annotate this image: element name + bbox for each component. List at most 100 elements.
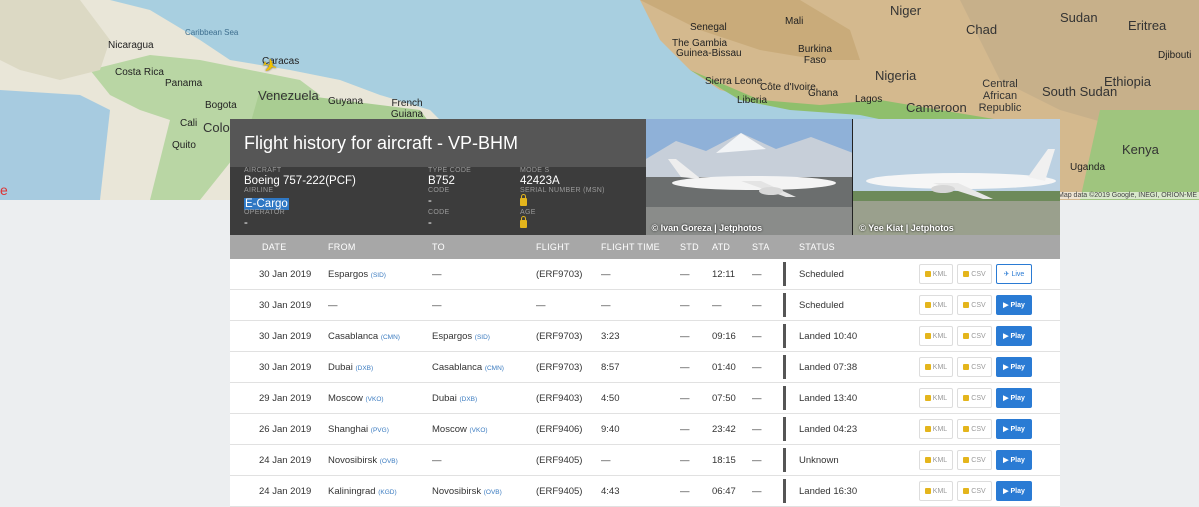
kml-button[interactable]: KML	[919, 388, 953, 408]
cell-sta: —	[752, 268, 762, 280]
kml-button[interactable]: KML	[919, 326, 953, 346]
table-row[interactable]: 30 Jan 2019 — — — — — — — Scheduled KML …	[230, 290, 1060, 321]
status-divider	[783, 262, 786, 286]
kml-button[interactable]: KML	[919, 357, 953, 377]
cell-flight[interactable]: (ERF9406)	[536, 424, 582, 435]
airport-code-link[interactable]: (DXB)	[355, 365, 373, 372]
cell-from: Kaliningrad (KGD)	[328, 485, 397, 497]
play-button[interactable]: ▶ Play	[996, 295, 1032, 315]
cell-sta: —	[752, 392, 762, 404]
map-label-caribbean-sea: Caribbean Sea	[185, 28, 239, 37]
play-button[interactable]: ▶ Play	[996, 450, 1032, 470]
col-sta: STA	[752, 242, 770, 252]
csv-button[interactable]: CSV	[957, 326, 992, 346]
cell-flight[interactable]: —	[536, 300, 546, 311]
play-button[interactable]: ▶ Play	[996, 419, 1032, 439]
cell-std: —	[680, 392, 690, 404]
lock-icon	[963, 333, 970, 339]
mode-s-field: MODE S 42423A	[520, 167, 560, 187]
code2-field: Code -	[428, 209, 450, 229]
lock-icon	[963, 426, 970, 432]
status-divider	[783, 417, 786, 441]
cell-to: Dubai (DXB)	[432, 392, 478, 404]
map-label-panama: Panama	[165, 78, 203, 89]
col-std: STD	[680, 242, 699, 252]
cell-flight[interactable]: (ERF9703)	[536, 331, 582, 342]
csv-button[interactable]: CSV	[957, 357, 992, 377]
cell-status: Scheduled	[799, 268, 844, 280]
map-label-venezuela: Venezuela	[258, 88, 319, 103]
kml-button[interactable]: KML	[919, 419, 953, 439]
map-label-uganda: Uganda	[1070, 162, 1106, 173]
photo-credit: © Ivan Goreza | Jetphotos	[651, 223, 763, 233]
airport-code-link[interactable]: (DXB)	[459, 396, 477, 403]
csv-button[interactable]: CSV	[957, 481, 992, 501]
csv-button[interactable]: CSV	[957, 264, 992, 284]
airport-code-link[interactable]: (VKO)	[469, 427, 487, 434]
col-atd: ATD	[712, 242, 731, 252]
cell-to: Casablanca (CMN)	[432, 361, 504, 373]
lock-icon	[520, 216, 527, 228]
csv-button[interactable]: CSV	[957, 450, 992, 470]
kml-button[interactable]: KML	[919, 450, 953, 470]
cell-atd: 23:42	[712, 423, 736, 435]
col-flight-time: FLIGHT TIME	[601, 242, 660, 252]
map-label-burkina-faso: Burkina Faso	[798, 44, 832, 66]
kml-button[interactable]: KML	[919, 481, 953, 501]
cell-flight[interactable]: (ERF9703)	[536, 269, 582, 280]
lock-icon	[963, 302, 970, 308]
cell-flight[interactable]: (ERF9403)	[536, 393, 582, 404]
airport-code-link[interactable]: (SID)	[475, 334, 490, 341]
col-date: DATE	[262, 242, 287, 252]
map-label-chad: Chad	[966, 22, 998, 37]
airport-code-link[interactable]: (CMN)	[381, 334, 400, 341]
airport-code-link[interactable]: (VKO)	[365, 396, 383, 403]
cell-date: 24 Jan 2019	[259, 485, 312, 497]
airport-code-link[interactable]: (KGD)	[378, 489, 396, 496]
airport-code-link[interactable]: (PVG)	[371, 427, 389, 434]
status-divider	[783, 448, 786, 472]
table-row[interactable]: 30 Jan 2019 Espargos (SID) — (ERF9703) —…	[230, 259, 1060, 290]
table-row[interactable]: 30 Jan 2019 Casablanca (CMN) Espargos (S…	[230, 321, 1060, 352]
airport-code-link[interactable]: (CMN)	[485, 365, 504, 372]
lock-icon	[924, 457, 931, 463]
cell-date: 30 Jan 2019	[259, 330, 312, 342]
table-row[interactable]: 24 Jan 2019 Novosibirsk (OVB) — (ERF9405…	[230, 445, 1060, 476]
cell-flight[interactable]: (ERF9405)	[536, 455, 582, 466]
cell-date: 26 Jan 2019	[259, 423, 312, 435]
play-button[interactable]: ▶ Play	[996, 326, 1032, 346]
table-row[interactable]: 24 Jan 2019 Kaliningrad (KGD) Novosibirs…	[230, 476, 1060, 507]
status-divider	[783, 386, 786, 410]
cell-status: Landed 10:40	[799, 330, 858, 342]
cell-from: Moscow (VKO)	[328, 392, 384, 404]
cell-flight-time: 3:23	[601, 330, 620, 342]
kml-button[interactable]: KML	[919, 264, 953, 284]
status-divider	[783, 293, 786, 317]
cell-flight[interactable]: (ERF9405)	[536, 486, 582, 497]
csv-button[interactable]: CSV	[957, 419, 992, 439]
map-label-liberia: Liberia	[737, 95, 768, 106]
map-label-kenya: Kenya	[1122, 142, 1159, 157]
aircraft-photo-2[interactable]: © Yee Kiat | Jetphotos	[852, 119, 1060, 235]
live-button[interactable]: ✈ Live	[996, 264, 1032, 284]
lock-icon	[924, 364, 931, 370]
cell-sta: —	[752, 361, 762, 373]
airport-code-link[interactable]: (OVB)	[380, 458, 398, 465]
airport-code-link[interactable]: (SID)	[371, 272, 386, 279]
aircraft-photo-1[interactable]: © Ivan Goreza | Jetphotos	[645, 119, 853, 235]
play-button[interactable]: ▶ Play	[996, 481, 1032, 501]
kml-button[interactable]: KML	[919, 295, 953, 315]
play-button[interactable]: ▶ Play	[996, 388, 1032, 408]
play-button[interactable]: ▶ Play	[996, 357, 1032, 377]
table-row[interactable]: 30 Jan 2019 Dubai (DXB) Casablanca (CMN)…	[230, 352, 1060, 383]
csv-button[interactable]: CSV	[957, 388, 992, 408]
col-from: FROM	[328, 242, 356, 252]
cell-flight[interactable]: (ERF9703)	[536, 362, 582, 373]
table-row[interactable]: 26 Jan 2019 Shanghai (PVG) Moscow (VKO) …	[230, 414, 1060, 445]
table-row[interactable]: 29 Jan 2019 Moscow (VKO) Dubai (DXB) (ER…	[230, 383, 1060, 414]
map-label-guinea-bissau: Guinea-Bissau	[676, 48, 742, 59]
map-label-nicaragua: Nicaragua	[108, 40, 154, 51]
csv-button[interactable]: CSV	[957, 295, 992, 315]
cell-sta: —	[752, 299, 762, 311]
airport-code-link[interactable]: (OVB)	[484, 489, 502, 496]
